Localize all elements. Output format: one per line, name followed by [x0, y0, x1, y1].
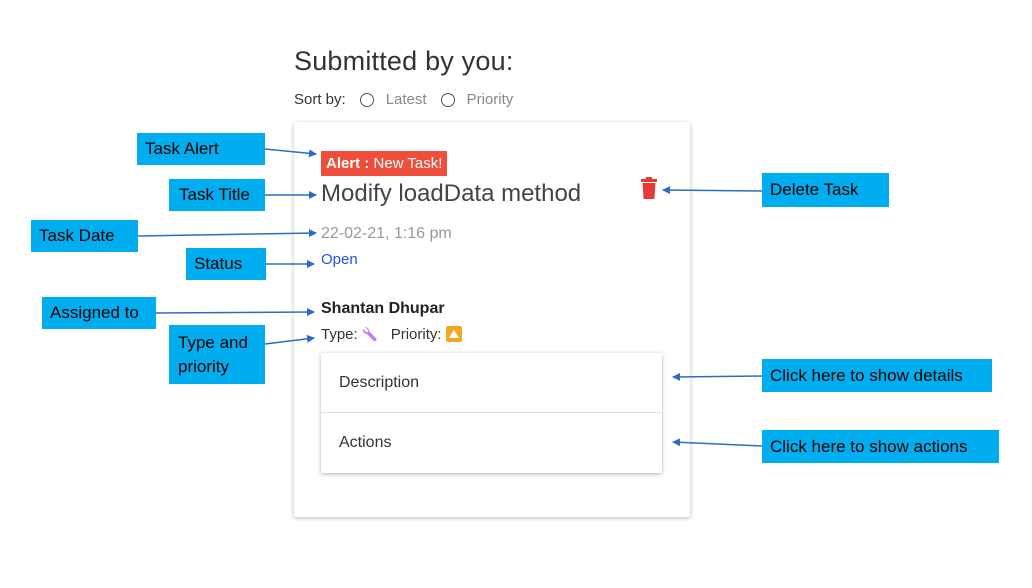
sort-latest-radio[interactable]	[359, 92, 374, 107]
alert-text: New Task!	[373, 155, 443, 172]
callout-task-alert: Task Alert	[137, 133, 265, 165]
arrow-assigned-to	[155, 308, 315, 317]
sort-latest-label[interactable]: Latest	[386, 91, 427, 108]
actions-panel-header[interactable]: Actions	[321, 413, 662, 473]
callout-show-details: Click here to show details	[762, 359, 992, 392]
alert-prefix: Alert :	[326, 155, 370, 172]
arrow-task-date	[137, 229, 317, 238]
sort-priority-radio[interactable]	[440, 92, 455, 107]
sort-priority-label[interactable]: Priority	[467, 91, 514, 108]
task-alert-badge: Alert : New Task!	[321, 151, 448, 176]
callout-assigned-to: Assigned to	[42, 297, 156, 329]
description-panel-header[interactable]: Description	[321, 353, 662, 413]
priority-up-icon	[445, 326, 462, 342]
priority-label: Priority:	[390, 325, 442, 343]
callout-show-actions: Click here to show actions	[762, 430, 999, 463]
task-accordion: Description Actions	[321, 353, 662, 473]
page-heading: Submitted by you:	[294, 46, 514, 76]
callout-status: Status	[186, 248, 266, 280]
callout-task-date: Task Date	[31, 220, 138, 252]
sort-controls: Sort by: Latest Priority	[294, 91, 513, 108]
trash-icon[interactable]	[639, 177, 659, 200]
task-title: Modify loadData method	[321, 180, 582, 207]
type-label: Type:	[321, 325, 358, 343]
callout-type-priority: Type and priority	[169, 325, 265, 384]
assignee-name: Shantan Dhupar	[321, 300, 445, 317]
status-text: Open	[321, 251, 358, 268]
callout-type-priority-line2: priority	[178, 356, 230, 376]
callout-type-priority-line1: Type and	[178, 332, 248, 352]
sort-label: Sort by:	[294, 91, 346, 108]
callout-delete-task: Delete Task	[762, 173, 889, 207]
type-priority-row: Type: Priority:	[321, 325, 462, 343]
callout-task-title: Task Title	[169, 179, 265, 211]
wrench-icon	[362, 326, 377, 342]
task-date: 22-02-21, 1:16 pm	[321, 225, 452, 242]
